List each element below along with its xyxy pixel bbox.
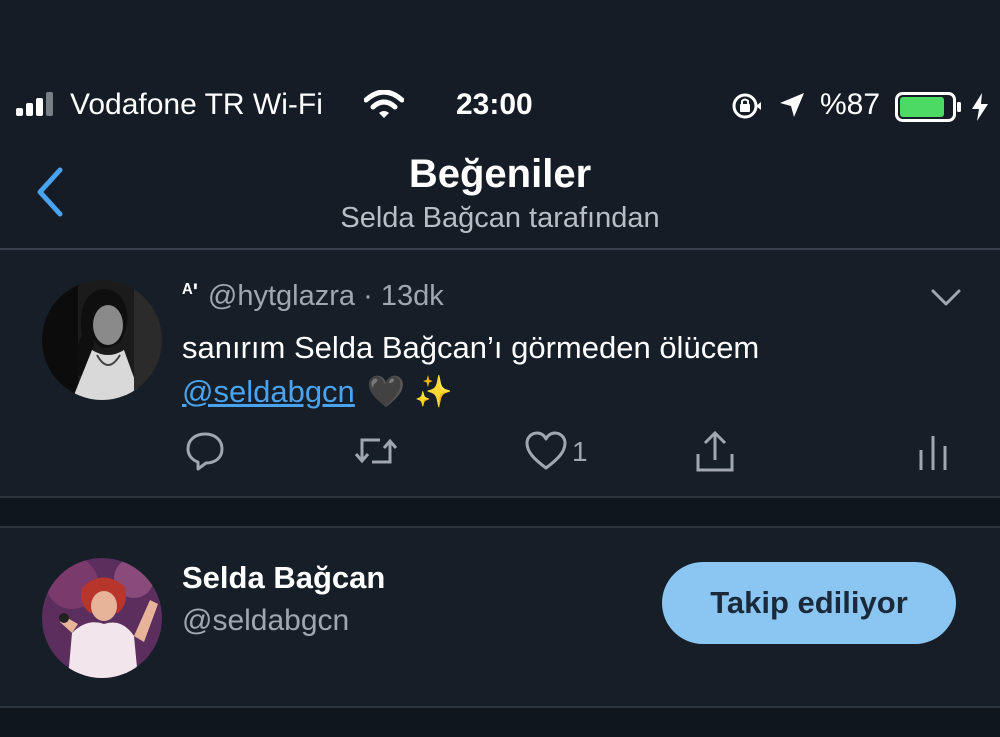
wifi-icon (364, 90, 404, 118)
tweet-text: sanırım Selda Bağcan’ı görmeden ölücem @… (182, 326, 962, 414)
tweet[interactable]: ᴬ' @hytglazra · 13dk sanırım Selda Bağcan… (0, 250, 1000, 496)
battery-percent: %87 (820, 88, 881, 121)
tweet-separator: · (363, 280, 373, 312)
like-icon[interactable] (524, 430, 568, 472)
following-button[interactable]: Takip ediliyor (662, 562, 956, 644)
retweet-icon[interactable] (352, 430, 400, 472)
tweet-author-name[interactable]: ᴬ' (182, 279, 198, 304)
user-name[interactable]: Selda Bağcan (182, 560, 385, 596)
reply-icon[interactable] (184, 430, 226, 472)
tweet-actions: 1 (0, 430, 1000, 480)
analytics-icon[interactable] (916, 430, 950, 474)
charging-icon (972, 93, 988, 121)
user-avatar[interactable] (42, 558, 162, 678)
location-icon (780, 93, 804, 117)
page-subtitle: Selda Bağcan tarafından (340, 202, 660, 234)
tweet-author-avatar[interactable] (42, 280, 162, 400)
status-time: 23:00 (456, 88, 533, 121)
rotation-lock-icon (732, 93, 761, 119)
user-card[interactable]: Selda Bağcan @seldabgcn Takip ediliyor (0, 528, 1000, 706)
next-item-placeholder (0, 708, 1000, 737)
tweet-time: 13dk (380, 280, 444, 312)
tweet-mention-link[interactable]: @seldabgcn (182, 374, 355, 409)
like-count: 1 (572, 436, 588, 467)
tweet-emojis: 🖤 ✨ (366, 374, 453, 409)
tweet-author-handle[interactable]: @hytglazra (208, 280, 355, 312)
carrier-label: Vodafone TR Wi-Fi (70, 88, 323, 121)
battery-icon (895, 92, 961, 122)
chevron-down-icon[interactable] (930, 286, 962, 310)
user-handle: @seldabgcn (182, 604, 350, 637)
signal-icon (16, 92, 53, 116)
screen: Vodafone TR Wi-Fi 23:00 %87 Beğeniler Se… (0, 0, 1000, 737)
section-divider (0, 496, 1000, 528)
tweet-body: sanırım Selda Bağcan’ı görmeden ölücem (182, 330, 760, 365)
tweet-header: ᴬ' @hytglazra · 13dk (182, 279, 444, 313)
share-icon[interactable] (694, 430, 736, 474)
page-title: Beğeniler (408, 152, 592, 196)
